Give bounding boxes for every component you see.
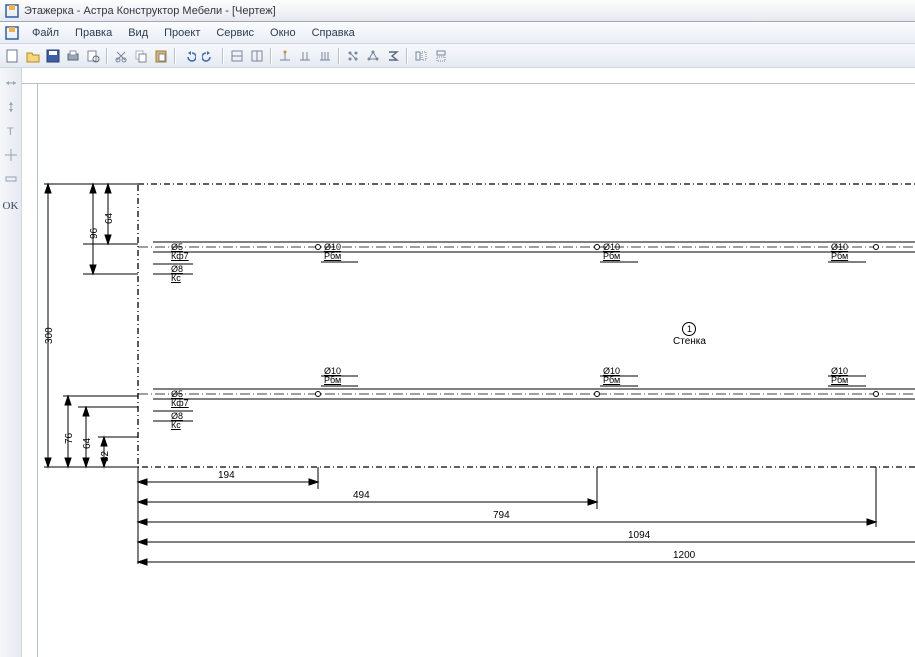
anno-rbm-6: Ø10Рбм xyxy=(831,367,848,386)
sigma-icon[interactable] xyxy=(384,47,402,65)
tool-arrow-v-icon[interactable] xyxy=(2,98,20,116)
tool-ruler-icon[interactable] xyxy=(2,170,20,188)
tool-move-icon[interactable] xyxy=(2,146,20,164)
new-icon[interactable] xyxy=(4,47,22,65)
save-icon[interactable] xyxy=(44,47,62,65)
menu-file[interactable]: Файл xyxy=(24,25,67,41)
dim-1200: 1200 xyxy=(673,550,695,561)
open-icon[interactable] xyxy=(24,47,42,65)
menu-project[interactable]: Проект xyxy=(156,25,208,41)
anno-d8-bot: Ø8 Кс xyxy=(171,412,183,431)
flip-v-icon[interactable] xyxy=(432,47,450,65)
dim2-icon[interactable] xyxy=(296,47,314,65)
dim1-icon[interactable] xyxy=(276,47,294,65)
app-icon xyxy=(4,3,20,19)
tool-arrow-h-icon[interactable] xyxy=(2,74,20,92)
part-label: 1 Стенка xyxy=(673,322,706,347)
flip-h-icon[interactable] xyxy=(412,47,430,65)
tree-icon[interactable] xyxy=(344,47,362,65)
grid2-icon[interactable] xyxy=(248,47,266,65)
menu-help[interactable]: Справка xyxy=(304,25,363,41)
dim-494: 494 xyxy=(353,490,370,501)
dim-76: 76 xyxy=(64,433,75,444)
paste-icon[interactable] xyxy=(152,47,170,65)
dim-194: 194 xyxy=(218,470,235,481)
ok-label[interactable]: OK xyxy=(3,200,19,212)
ruler-vertical xyxy=(22,84,38,657)
dim3-icon[interactable] xyxy=(316,47,334,65)
menu-view[interactable]: Вид xyxy=(120,25,156,41)
anno-rbm-2: Ø10Рбм xyxy=(603,243,620,262)
drawing-canvas[interactable]: 300 96 64 76 64 32 194 494 794 1094 1200… xyxy=(38,84,915,657)
print-icon[interactable] xyxy=(64,47,82,65)
preview-icon[interactable] xyxy=(84,47,102,65)
network-icon[interactable] xyxy=(364,47,382,65)
menubar: Файл Правка Вид Проект Сервис Окно Справ… xyxy=(0,22,915,44)
anno-rbm-5: Ø10Рбм xyxy=(603,367,620,386)
anno-d5-top: Ø5 Кф7 xyxy=(171,243,189,262)
cut-icon[interactable] xyxy=(112,47,130,65)
left-toolbar: T OK xyxy=(0,68,22,657)
dim-32: 32 xyxy=(100,451,111,462)
dim-96: 96 xyxy=(89,228,100,239)
dim-64b: 64 xyxy=(82,438,93,449)
dim-300: 300 xyxy=(44,327,55,344)
dim-794: 794 xyxy=(493,510,510,521)
menu-service[interactable]: Сервис xyxy=(208,25,262,41)
anno-d8-top: Ø8 Кс xyxy=(171,265,183,284)
grid1-icon[interactable] xyxy=(228,47,246,65)
redo-icon[interactable] xyxy=(200,47,218,65)
drawing-svg xyxy=(38,84,915,657)
anno-rbm-3: Ø10Рбм xyxy=(831,243,848,262)
undo-icon[interactable] xyxy=(180,47,198,65)
menu-edit[interactable]: Правка xyxy=(67,25,120,41)
dim-1094: 1094 xyxy=(628,530,650,541)
menu-window[interactable]: Окно xyxy=(262,25,304,41)
mdi-icon xyxy=(4,25,20,41)
svg-text:T: T xyxy=(7,126,14,138)
tool-text-icon[interactable]: T xyxy=(2,122,20,140)
copy-icon[interactable] xyxy=(132,47,150,65)
ruler-horizontal xyxy=(22,68,915,84)
anno-d5-bot: Ø5 Кф7 xyxy=(171,390,189,409)
titlebar: Этажерка - Астра Конструктор Мебели - [Ч… xyxy=(0,0,915,22)
dim-64t: 64 xyxy=(104,213,115,224)
window-title: Этажерка - Астра Конструктор Мебели - [Ч… xyxy=(24,5,276,17)
toolbar xyxy=(0,44,915,68)
anno-rbm-4: Ø10Рбм xyxy=(324,367,341,386)
anno-rbm-1: Ø10Рбм xyxy=(324,243,341,262)
